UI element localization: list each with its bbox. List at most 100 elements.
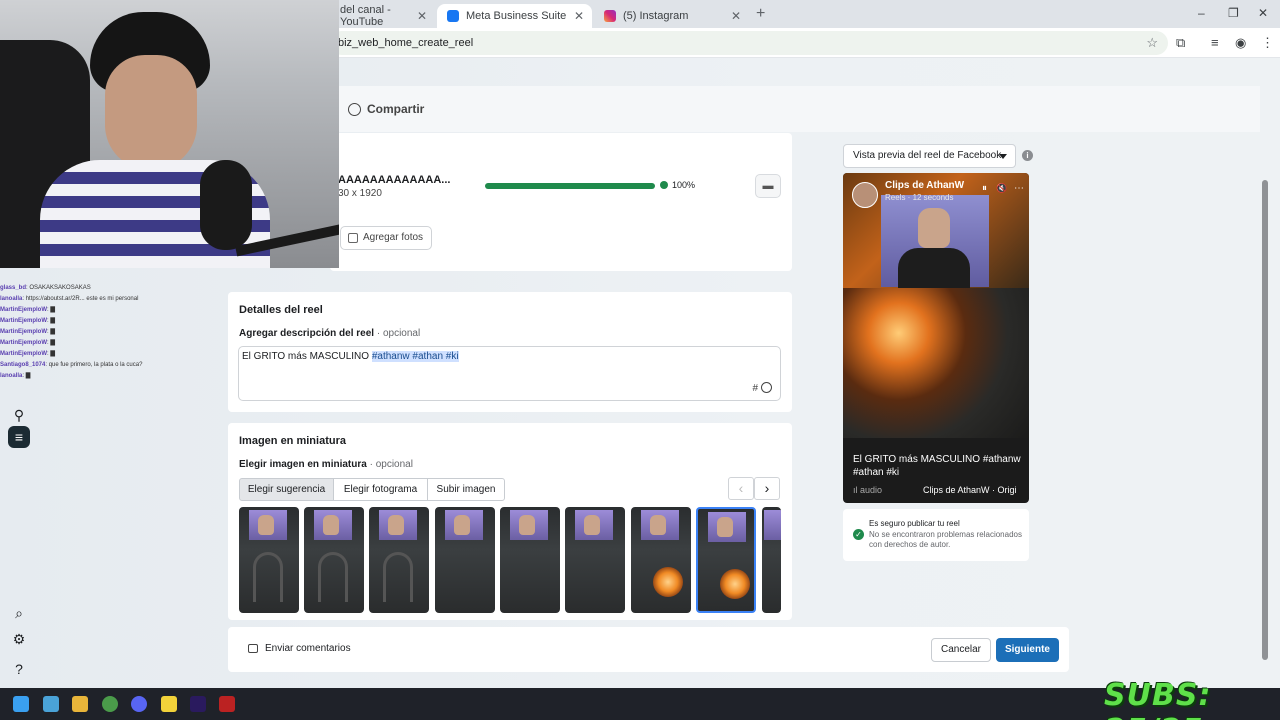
thumbnail-option-selected[interactable] xyxy=(696,507,756,613)
cancel-button[interactable]: Cancelar xyxy=(931,638,991,662)
preview-audio: ıl audio xyxy=(853,485,882,495)
safety-subtitle: No se encontraron problemas relacionados… xyxy=(869,530,1022,549)
gear-icon[interactable]: ⚙ xyxy=(8,628,30,650)
close-icon[interactable]: ✕ xyxy=(731,9,741,23)
file-dimensions: 30 x 1920 xyxy=(338,188,382,199)
percent-label: 100% xyxy=(672,180,696,190)
address-bar[interactable]: biz_web_home_create_reel ☆ xyxy=(330,31,1168,55)
chevron-down-icon xyxy=(999,154,1007,159)
search-icon[interactable]: ⌕ xyxy=(8,602,30,624)
page-scrollbar[interactable] xyxy=(1262,180,1268,660)
taskbar-app-icon[interactable] xyxy=(43,696,59,712)
chat-line: MartinEjemploW: ▇ xyxy=(0,340,55,346)
close-icon[interactable]: ✕ xyxy=(417,9,427,23)
menu-kebab-icon[interactable]: ⋮ xyxy=(1261,35,1274,51)
windows-start-icon[interactable] xyxy=(13,696,29,712)
share-label: Compartir xyxy=(367,102,425,116)
upload-progress-bar xyxy=(485,183,655,189)
discord-icon[interactable] xyxy=(131,696,147,712)
mute-icon[interactable]: 🔇 xyxy=(996,183,1007,194)
chat-line: MartinEjemploW: ▇ xyxy=(0,351,55,357)
tab-meta-business-suite[interactable]: Meta Business Suite ✕ xyxy=(437,4,592,28)
chat-line: MartinEjemploW: ▇ xyxy=(0,318,55,324)
thumbnail-title: Imagen en miniatura xyxy=(239,435,346,447)
thumbnail-option[interactable] xyxy=(239,507,299,613)
preview-type-select[interactable]: Vista previa del reel de Facebook xyxy=(843,144,1016,168)
top-band xyxy=(330,86,1260,132)
bookmark-star-icon[interactable]: ☆ xyxy=(1146,31,1158,55)
chat-line: Santiago8_1074: que fue primero, la plat… xyxy=(0,362,143,368)
audio-label: audio xyxy=(860,485,883,495)
optional-text: opcional xyxy=(382,328,421,339)
info-icon[interactable]: i xyxy=(1022,150,1033,161)
emoji-icon[interactable] xyxy=(761,382,772,393)
file-name: AAAAAAAAAAAAA... xyxy=(338,174,451,186)
check-icon xyxy=(660,181,668,189)
feedback-icon xyxy=(248,644,258,653)
upload-percent: 100% xyxy=(660,180,695,190)
extensions-icon[interactable]: ⧉ xyxy=(1176,35,1185,51)
pause-icon[interactable]: ⏸ xyxy=(982,183,987,194)
upload-card xyxy=(330,133,792,271)
notes-icon[interactable] xyxy=(161,696,177,712)
media-icon[interactable]: ≡ xyxy=(1211,35,1219,50)
copyright-status-card: ✓ Es seguro publicar tu reel No se encon… xyxy=(843,509,1029,561)
tab-frame[interactable]: Elegir fotograma xyxy=(333,478,428,501)
chat-line: glass_bd: OSAKAKSAKOSAKAS xyxy=(0,285,91,291)
help-icon[interactable]: ? xyxy=(8,658,30,680)
minimize-button[interactable]: – xyxy=(1198,6,1205,20)
close-window-button[interactable]: ✕ xyxy=(1258,6,1268,20)
thumbnail-option[interactable] xyxy=(631,507,691,613)
meta-icon xyxy=(447,10,459,22)
menu-icon[interactable]: ≡ xyxy=(8,426,30,448)
description-input[interactable]: El GRITO más MASCULINO #athanw #athan #k… xyxy=(238,346,781,401)
chat-line: lanoalla: ▇ xyxy=(0,373,31,379)
maximize-button[interactable]: ❐ xyxy=(1228,6,1239,20)
more-icon[interactable]: ⋯ xyxy=(1014,183,1024,194)
share-step[interactable]: Compartir xyxy=(348,102,424,116)
new-tab-button[interactable]: + xyxy=(756,5,765,23)
send-feedback-link[interactable]: Enviar comentarios xyxy=(248,643,351,654)
file-explorer-icon[interactable] xyxy=(72,696,88,712)
profile-icon[interactable]: ◉ xyxy=(1235,35,1246,51)
add-photos-label: Agregar fotos xyxy=(363,232,424,243)
tab-instagram[interactable]: (5) Instagram ✕ xyxy=(594,4,749,28)
safety-title: Es seguro publicar tu reel xyxy=(869,519,960,528)
subs-counter-overlay: SUBS: 25/25 xyxy=(1104,678,1212,720)
thumbnail-option[interactable] xyxy=(304,507,364,613)
instagram-icon xyxy=(604,10,616,22)
taskbar-app-icon[interactable] xyxy=(219,696,235,712)
trash-icon: ▬ xyxy=(762,180,774,192)
premiere-icon[interactable] xyxy=(190,696,206,712)
thumbnail-option[interactable] xyxy=(762,507,781,613)
add-photos-button[interactable]: Agregar fotos xyxy=(340,226,432,250)
webcam-overlay xyxy=(0,0,339,268)
optional-text: opcional xyxy=(375,459,413,470)
chat-line: MartinEjemploW: ▇ xyxy=(0,307,55,313)
prev-thumb-button[interactable]: ‹ xyxy=(728,477,754,500)
delete-button[interactable]: ▬ xyxy=(755,174,781,198)
thumbnail-option[interactable] xyxy=(369,507,429,613)
reel-preview: Clips de AthanW Reels · 12 seconds ⏸ 🔇 ⋯… xyxy=(843,173,1029,503)
next-button[interactable]: Siguiente xyxy=(996,638,1059,662)
close-icon[interactable]: ✕ xyxy=(574,9,584,23)
details-title: Detalles del reel xyxy=(239,304,323,316)
avatar xyxy=(852,182,878,208)
next-thumb-button[interactable]: › xyxy=(754,477,780,500)
preview-select-label: Vista previa del reel de Facebook xyxy=(853,150,1002,161)
hashtag-button[interactable]: # xyxy=(752,383,758,394)
thumbnail-option[interactable] xyxy=(565,507,625,613)
tab-title: Meta Business Suite xyxy=(466,10,567,22)
audio-icon: ıl xyxy=(853,485,861,495)
chrome-icon[interactable] xyxy=(102,696,118,712)
apps-icon[interactable]: ⚲ xyxy=(8,404,30,426)
tab-suggestion[interactable]: Elegir sugerencia xyxy=(239,478,334,501)
description-label: Agregar descripción del reel · opcional xyxy=(239,328,421,339)
thumbnail-option[interactable] xyxy=(500,507,560,613)
choose-thumbnail-text: Elegir imagen en miniatura xyxy=(239,459,367,470)
description-text: El GRITO más MASCULINO xyxy=(242,351,372,362)
thumbnail-option[interactable] xyxy=(435,507,495,613)
tab-upload-image[interactable]: Subir imagen xyxy=(427,478,505,501)
stream-chat: glass_bd: OSAKAKSAKOSAKAS lanoalla: http… xyxy=(0,283,200,382)
tab-youtube[interactable]: del canal - YouTube ✕ xyxy=(330,4,435,28)
